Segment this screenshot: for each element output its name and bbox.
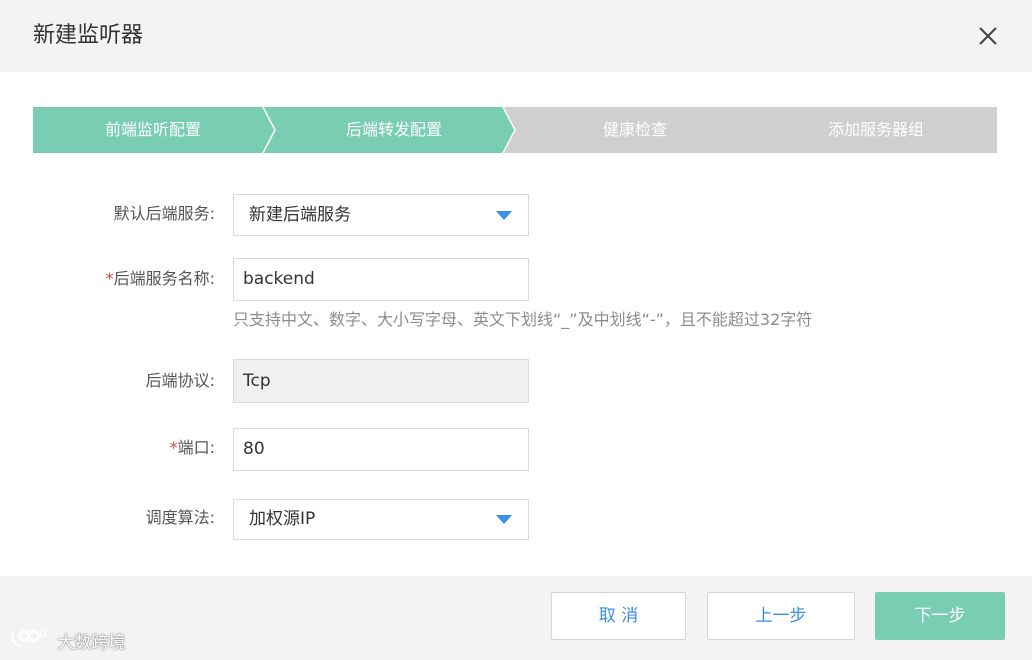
algorithm-select[interactable]: 加权源IP <box>233 499 529 540</box>
step-backend-config[interactable]: 后端转发配置 <box>294 107 494 153</box>
watermark-logo-icon <box>8 628 48 658</box>
protocol-value: Tcp <box>243 371 271 391</box>
default-backend-select[interactable]: 新建后端服务 <box>233 194 529 236</box>
required-mark: * <box>169 438 178 457</box>
port-input[interactable]: 80 <box>233 428 529 471</box>
required-mark: * <box>105 269 114 288</box>
protocol-field: Tcp <box>233 359 529 403</box>
algorithm-label: 调度算法: <box>145 508 215 527</box>
next-step-button[interactable]: 下一步 <box>875 592 1005 640</box>
step-progress-bar: 前端监听配置 后端转发配置 健康检查 添加服务器组 <box>33 107 997 153</box>
cancel-button[interactable]: 取 消 <box>551 592 686 640</box>
backend-name-hint: 只支持中文、数字、大小写字母、英文下划线“_”及中划线“-”，且不能超过32字符 <box>233 310 813 329</box>
port-label-text: 端口: <box>177 438 215 457</box>
port-label: *端口: <box>0 437 215 459</box>
algorithm-value: 加权源IP <box>249 509 316 529</box>
step-frontend-config[interactable]: 前端监听配置 <box>53 107 253 153</box>
watermark: 大数跨境 <box>8 628 125 654</box>
previous-step-button[interactable]: 上一步 <box>707 592 855 640</box>
step-health-check[interactable]: 健康检查 <box>535 107 735 153</box>
default-backend-value: 新建后端服务 <box>249 205 351 225</box>
chevron-down-icon <box>496 515 512 524</box>
dialog-header: 新建监听器 <box>0 0 1032 72</box>
protocol-label: 后端协议: <box>145 371 215 390</box>
backend-name-input[interactable]: backend <box>233 258 529 301</box>
watermark-text: 大数跨境 <box>57 633 126 653</box>
chevron-down-icon <box>496 211 512 220</box>
backend-name-label: *后端服务名称: <box>0 268 215 290</box>
backend-name-value: backend <box>243 269 315 289</box>
port-value: 80 <box>243 439 265 459</box>
backend-name-label-text: 后端服务名称: <box>113 269 215 288</box>
dialog-title: 新建监听器 <box>33 23 144 48</box>
close-icon[interactable] <box>972 20 1004 52</box>
step-add-server-group[interactable]: 添加服务器组 <box>776 107 976 153</box>
default-backend-label: 默认后端服务: <box>113 204 215 223</box>
